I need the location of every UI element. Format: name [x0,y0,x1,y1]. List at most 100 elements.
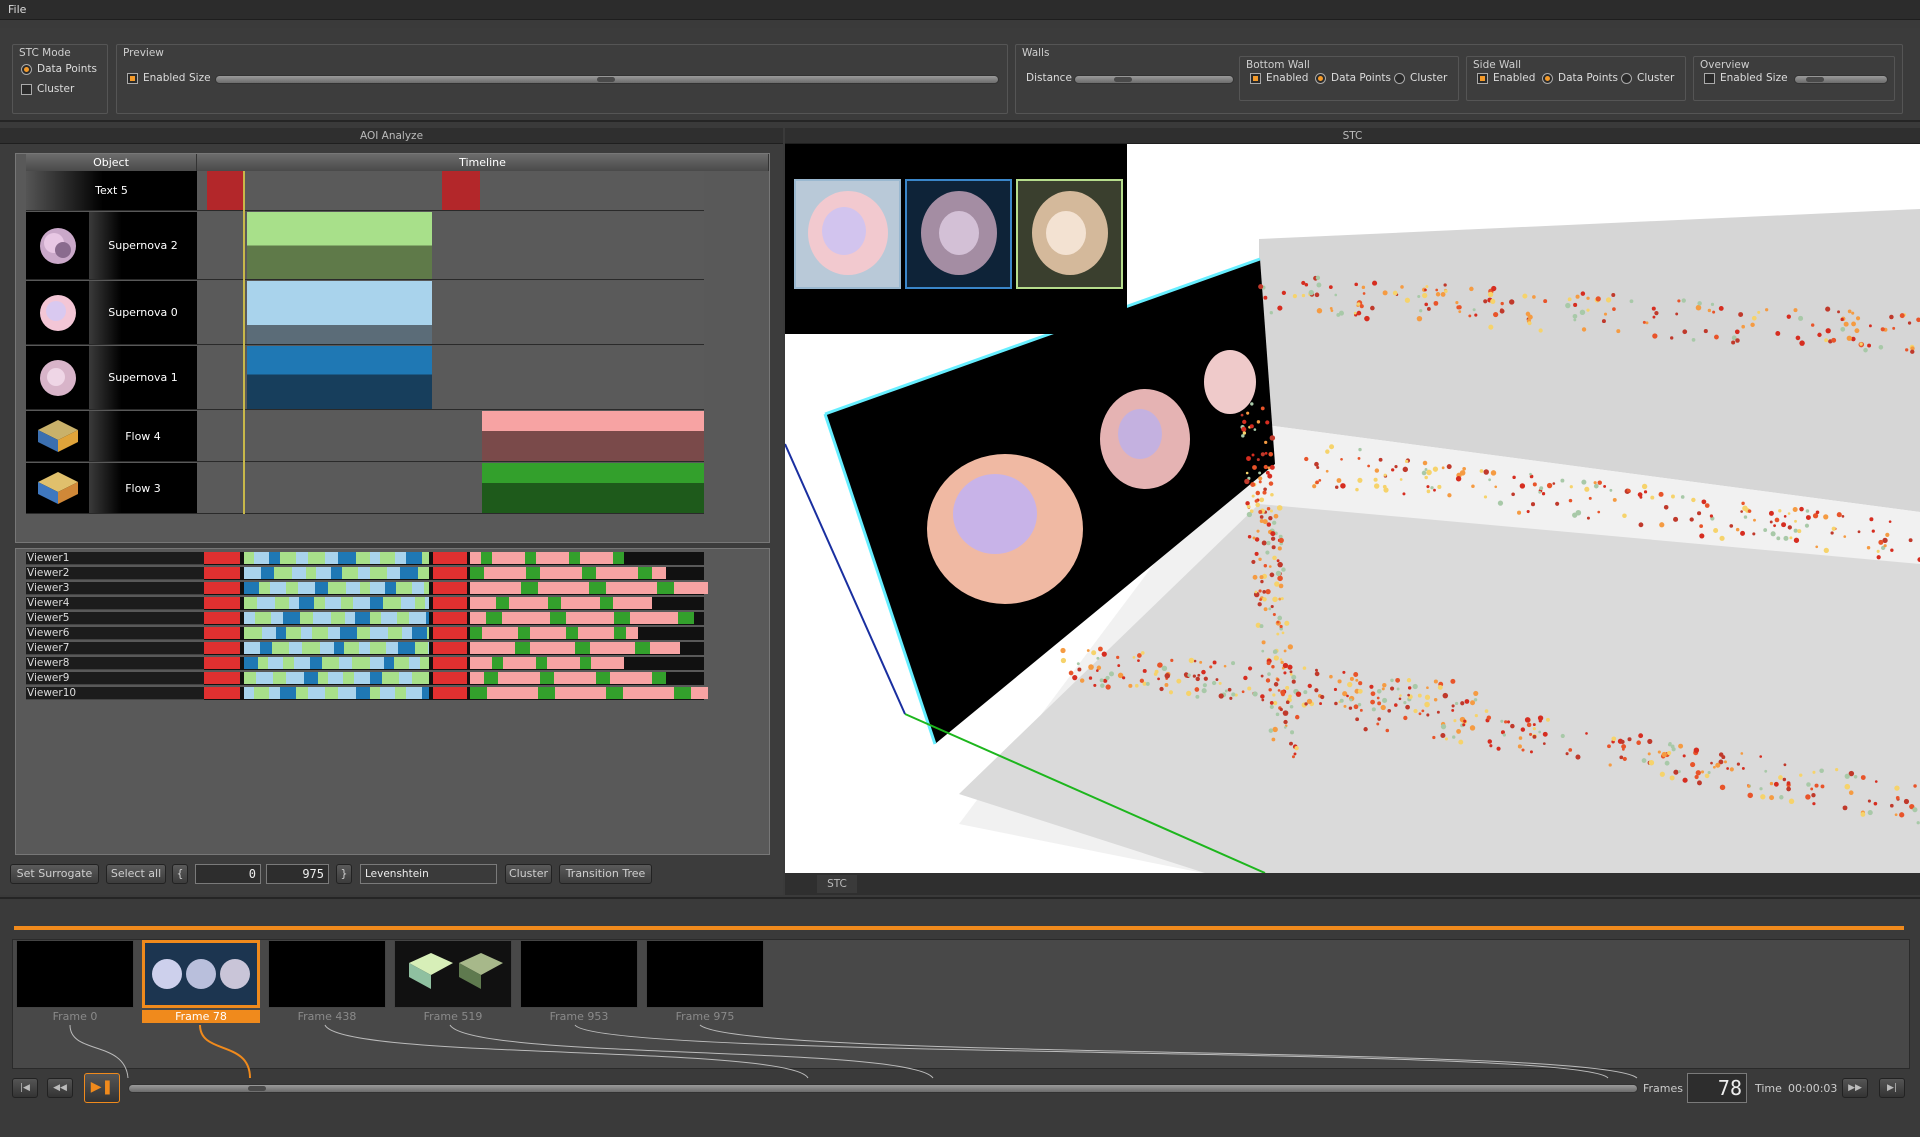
data-point [1363,727,1368,732]
data-point [1681,298,1686,303]
data-point [1496,746,1501,751]
viewer-label[interactable]: Viewer9 [26,672,204,685]
scanpath-segment [271,612,283,624]
viewer-label[interactable]: Viewer4 [26,597,204,610]
select-all-button[interactable]: Select all [106,864,166,884]
play-pause-button[interactable]: ▶❚ [84,1073,120,1103]
data-point [1278,597,1282,601]
data-point [1689,517,1694,522]
viewer-label[interactable]: Viewer8 [26,657,204,670]
data-point [1263,487,1267,492]
close-brace-button[interactable]: } [336,864,352,884]
bottom-wall-data-points-radio[interactable]: Data Points [1315,72,1391,84]
bottom-wall-enabled-checkbox[interactable]: Enabled [1250,72,1308,84]
scanpath-segment [538,582,555,594]
viewer-label[interactable]: Viewer1 [26,552,204,565]
data-point [1260,579,1264,584]
slider-handle[interactable] [1805,77,1824,82]
preview-size-slider[interactable] [215,75,999,84]
data-point [1436,710,1440,714]
scanpath-segment [370,597,383,609]
data-point [1798,315,1804,321]
cluster-button[interactable]: Cluster [505,864,552,884]
data-point [1446,464,1452,470]
aoi-row-flow4[interactable]: Flow 4 [26,411,704,462]
keyframe-thumbnail[interactable] [142,940,260,1008]
aoi-timeline-view: Object Timeline Text 5 Supernova 2 Super… [15,153,770,543]
data-point [1527,321,1532,326]
bottom-wall-cluster-radio[interactable]: Cluster [1394,72,1447,84]
viewer-label[interactable]: Viewer5 [26,612,204,625]
data-point [1585,732,1588,735]
stc-mode-cluster[interactable]: Cluster [21,83,74,95]
data-point [1458,310,1462,314]
fast-forward-button[interactable]: ▶▶ [1842,1078,1868,1098]
side-wall-enabled-checkbox[interactable]: Enabled [1477,72,1535,84]
aoi-row-supernova1[interactable]: Supernova 1 [26,346,704,410]
data-point [1721,755,1726,760]
data-point [1519,483,1526,489]
go-to-end-button[interactable]: ▶| [1879,1078,1905,1098]
range-to-field[interactable]: 975 [266,864,329,884]
aoi-row-supernova0[interactable]: Supernova 0 [26,281,704,345]
menu-file[interactable]: File [8,3,26,16]
data-point [1575,294,1580,299]
preview-enabled-checkbox[interactable]: Enabled [127,72,185,84]
side-wall-cluster-radio[interactable]: Cluster [1621,72,1674,84]
data-point [1304,456,1309,462]
data-point [1424,701,1430,708]
data-point [1398,697,1402,701]
slider-handle[interactable] [1113,77,1132,82]
slider-handle[interactable] [597,77,615,82]
viewer-label[interactable]: Viewer2 [26,567,204,580]
keyframe-thumbnail[interactable] [268,940,386,1008]
data-point [1280,660,1284,665]
data-point [1335,485,1339,489]
go-to-start-button[interactable]: |◀ [12,1078,38,1098]
timeline-column-header[interactable]: Timeline [197,154,769,171]
timeline-range-bar[interactable] [14,926,1904,930]
data-point [1525,311,1531,317]
data-point [1567,297,1572,302]
data-point [1454,701,1459,706]
rewind-button[interactable]: ◀◀ [47,1078,73,1098]
data-point [1270,492,1274,497]
aoi-row-supernova2[interactable]: Supernova 2 [26,212,704,280]
scanpath-segment [354,672,370,684]
keyframe-thumbnail[interactable] [394,940,512,1008]
stc-3d-view[interactable] [784,144,1920,874]
keyframe-thumbnail[interactable] [16,940,134,1008]
frame-number-field[interactable]: 78 [1687,1073,1747,1103]
viewer-label[interactable]: Viewer6 [26,627,204,640]
aoi-row-text5[interactable]: Text 5 [26,171,704,211]
data-point [1437,484,1442,490]
overview-enabled-checkbox[interactable]: Enabled [1704,72,1762,84]
stc-tab[interactable]: STC [817,875,857,893]
overview-size-slider[interactable] [1794,75,1888,84]
object-column-header[interactable]: Object [26,154,197,171]
walls-distance-slider[interactable] [1074,75,1234,84]
distance-metric-select[interactable]: Levenshtein [360,864,497,884]
transition-tree-button[interactable]: Transition Tree [559,864,652,884]
data-point [1243,675,1248,681]
stc-tab-bar: STC [785,873,1920,895]
viewer-label[interactable]: Viewer10 [26,687,204,700]
keyframe-thumbnail[interactable] [646,940,764,1008]
set-surrogate-button[interactable]: Set Surrogate [10,864,99,884]
scanpath-segment [338,687,356,699]
aoi-row-flow3[interactable]: Flow 3 [26,463,704,514]
viewer-label[interactable]: Viewer3 [26,582,204,595]
keyframe-thumbnail[interactable] [520,940,638,1008]
scanpath-segment [600,597,613,609]
side-wall-data-points-radio[interactable]: Data Points [1542,72,1618,84]
playback-slider[interactable] [128,1084,1638,1093]
range-from-field[interactable]: 0 [195,864,261,884]
viewer-label[interactable]: Viewer7 [26,642,204,655]
data-point [1349,676,1354,681]
open-brace-button[interactable]: { [172,864,188,884]
stc-mode-data-points[interactable]: Data Points [21,63,97,75]
data-point [1269,572,1275,578]
data-point [1520,727,1526,732]
slider-handle[interactable] [248,1086,267,1091]
data-point [1374,468,1380,473]
